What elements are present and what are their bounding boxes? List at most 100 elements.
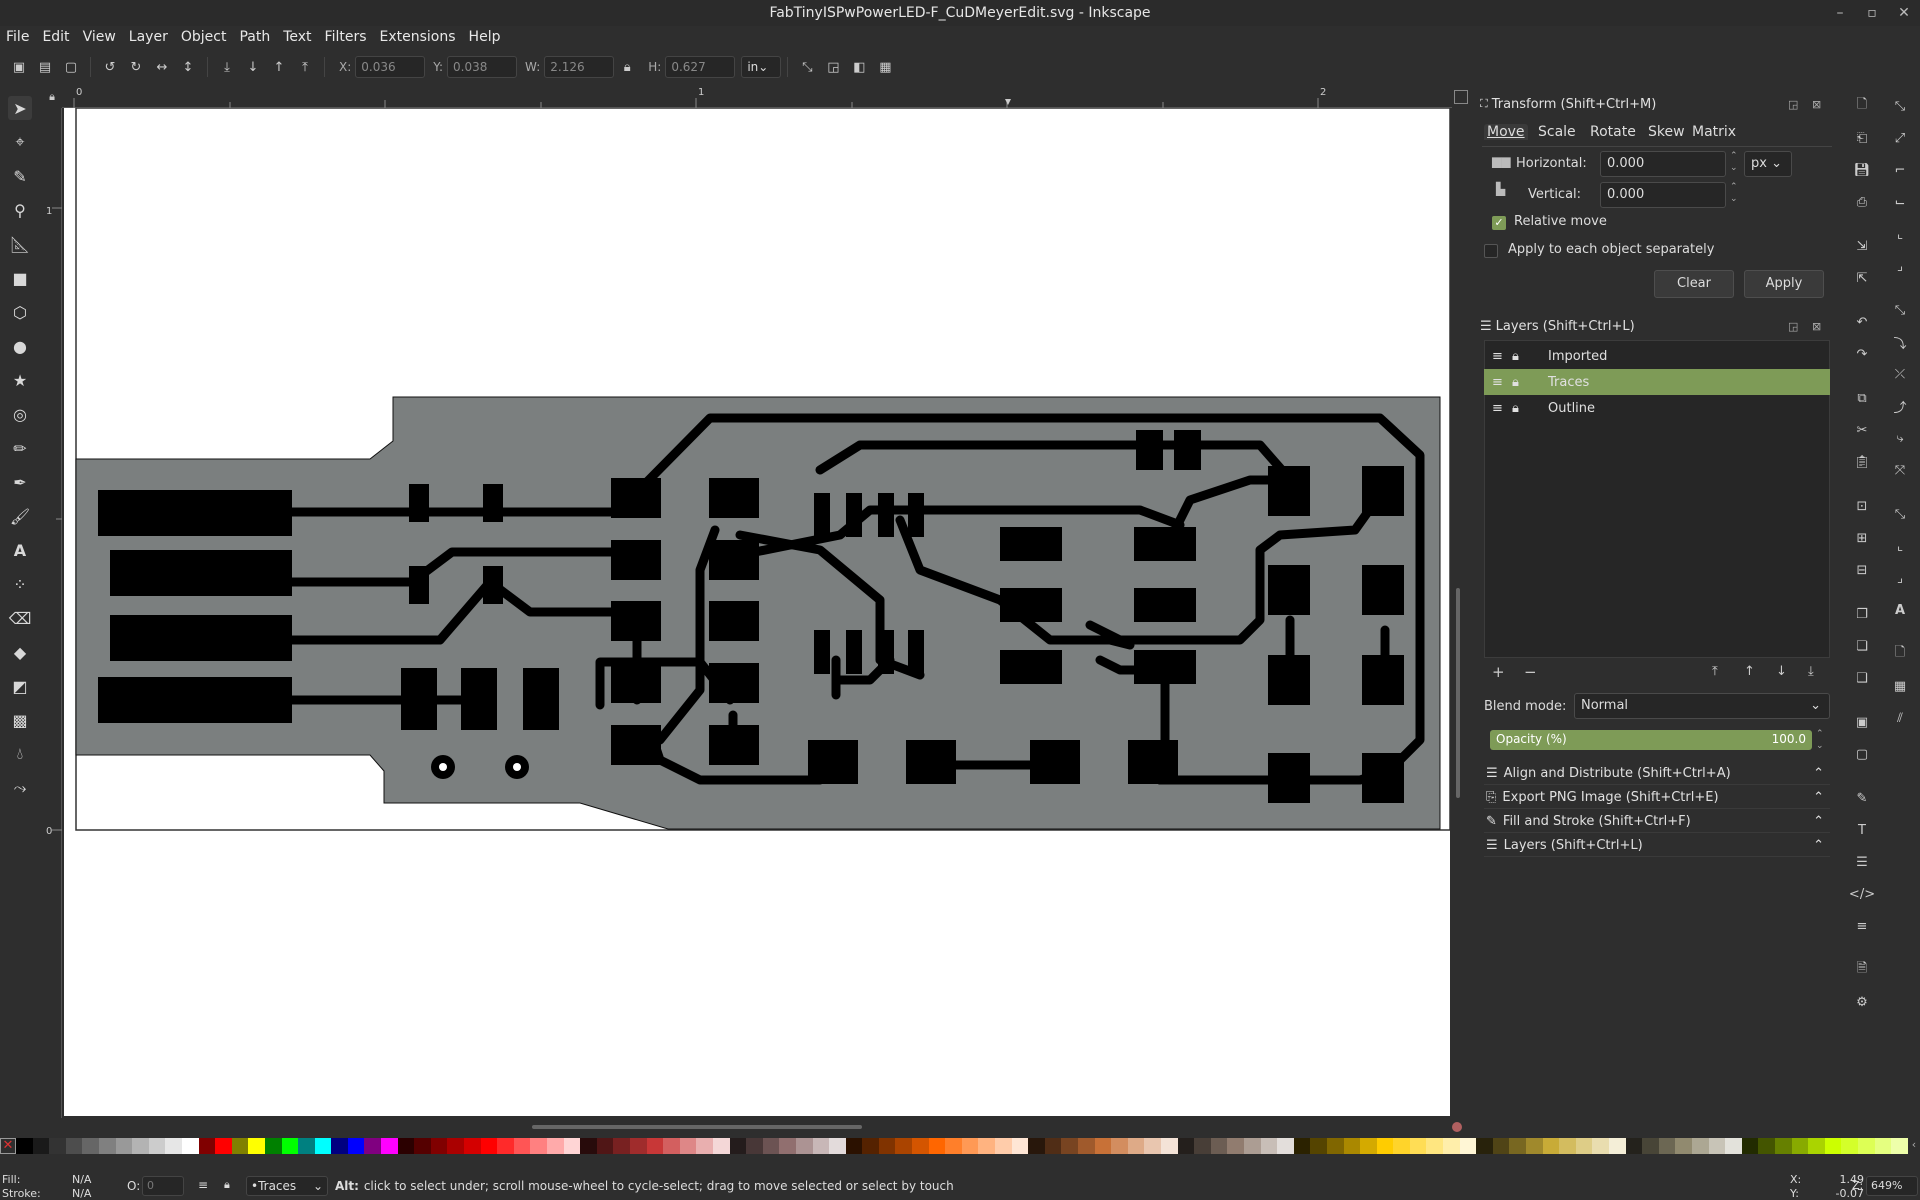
undo-icon[interactable]: ↶ xyxy=(1852,312,1872,332)
xml-editor-icon[interactable]: </> xyxy=(1849,884,1875,904)
snap-others-icon[interactable]: ⤡ xyxy=(1890,504,1910,524)
canvas[interactable] xyxy=(64,108,1450,1116)
snap-grids-icon[interactable]: ▦ xyxy=(1890,676,1910,696)
unlink-clone-icon[interactable]: ❑ xyxy=(1852,668,1872,688)
color-swatch[interactable] xyxy=(1011,1138,1029,1154)
menu-edit[interactable]: Edit xyxy=(42,29,69,45)
color-swatch[interactable] xyxy=(712,1138,730,1154)
new-document-icon[interactable]: 🗋︎ xyxy=(1852,96,1872,116)
layer-to-bottom-icon[interactable]: ⤓ xyxy=(1808,664,1814,679)
panel-close-icon[interactable]: ⊠ xyxy=(1812,320,1821,333)
align-icon[interactable]: ≡ xyxy=(1852,916,1872,936)
tab-skew[interactable]: Skew xyxy=(1648,124,1685,140)
color-swatch[interactable] xyxy=(1559,1138,1576,1154)
3d-box-tool-icon[interactable]: ⬡ xyxy=(8,300,32,324)
color-swatch[interactable] xyxy=(812,1138,830,1154)
spiral-tool-icon[interactable]: ◎ xyxy=(8,402,32,426)
y-field[interactable]: 0.038 xyxy=(447,56,518,78)
calligraphy-tool-icon[interactable]: 🖌︎ xyxy=(8,504,32,528)
snap-guides-icon[interactable]: ⫽ xyxy=(1890,708,1910,728)
scale-stroke-icon[interactable]: ⤡ xyxy=(794,54,820,80)
horizontal-scroll-thumb[interactable] xyxy=(532,1125,862,1129)
star-tool-icon[interactable]: ★ xyxy=(8,368,32,392)
zoom-page-icon[interactable]: ⊟ xyxy=(1852,560,1872,580)
palette-menu-icon[interactable]: ‹ xyxy=(1908,1138,1920,1156)
color-swatch[interactable] xyxy=(397,1138,415,1154)
clone-icon[interactable]: ❏ xyxy=(1852,636,1872,656)
snap-toggle-icon[interactable]: ⤡ xyxy=(1890,96,1910,116)
snap-bbox-edges-icon[interactable]: ⌐ xyxy=(1890,160,1910,180)
color-swatch[interactable] xyxy=(464,1138,481,1154)
snap-intersections-icon[interactable]: ⤫ xyxy=(1890,364,1910,384)
color-swatch[interactable] xyxy=(1891,1138,1908,1154)
color-manage-icon[interactable] xyxy=(1452,1122,1462,1132)
snap-midpoints-icon[interactable]: ⤧ xyxy=(1890,460,1910,480)
raise-icon[interactable]: ↑ xyxy=(266,54,292,80)
print-icon[interactable]: ⎙ xyxy=(1852,192,1872,212)
text-font-icon[interactable]: T xyxy=(1852,820,1872,840)
color-swatch[interactable] xyxy=(1841,1138,1858,1154)
minimize-icon[interactable]: – xyxy=(1826,0,1854,26)
color-swatch[interactable] xyxy=(1725,1138,1742,1154)
color-swatch[interactable] xyxy=(596,1138,614,1154)
color-swatch[interactable] xyxy=(928,1138,946,1154)
color-swatch[interactable] xyxy=(148,1138,166,1154)
color-swatch[interactable] xyxy=(1144,1138,1161,1154)
color-swatch[interactable] xyxy=(1857,1138,1875,1154)
color-swatch[interactable] xyxy=(1194,1138,1211,1154)
color-swatch[interactable] xyxy=(1542,1138,1560,1154)
vertical-input[interactable]: 0.000 xyxy=(1600,182,1726,208)
color-swatch[interactable] xyxy=(1575,1138,1593,1154)
color-swatch[interactable] xyxy=(513,1138,531,1154)
color-swatch[interactable] xyxy=(1044,1138,1062,1154)
panel-close-icon[interactable]: ⊠ xyxy=(1812,98,1821,111)
fill-stroke-icon[interactable]: ✎ xyxy=(1852,788,1872,808)
snap-nodes-icon[interactable]: ⤡ xyxy=(1890,300,1910,320)
color-swatch[interactable] xyxy=(1260,1138,1278,1154)
snap-rotation-center-icon[interactable]: ⌟ xyxy=(1890,568,1910,588)
rotate-cw-icon[interactable]: ↻ xyxy=(123,54,149,80)
group-icon[interactable]: ▣ xyxy=(1852,712,1872,732)
export-icon[interactable]: ⇱ xyxy=(1852,268,1872,288)
relative-move-checkbox[interactable]: ✓ xyxy=(1492,216,1506,230)
color-swatch[interactable] xyxy=(1094,1138,1112,1154)
apply-button[interactable]: Apply xyxy=(1744,270,1824,298)
snap-bbox-midpoints-icon[interactable]: ⌞ xyxy=(1890,224,1910,244)
lock-ratio-icon[interactable]: 🔒︎ xyxy=(614,54,640,80)
move-gradients-icon[interactable]: ◧ xyxy=(846,54,872,80)
menu-filters[interactable]: Filters xyxy=(325,29,367,45)
add-layer-icon[interactable]: + xyxy=(1492,663,1505,681)
paint-bucket-tool-icon[interactable]: ◆ xyxy=(8,640,32,664)
color-swatch[interactable] xyxy=(16,1138,33,1154)
align-distribute-panel[interactable]: ☰ Align and Distribute (Shift+Ctrl+A) ⌃ xyxy=(1484,763,1830,785)
color-swatch[interactable] xyxy=(447,1138,465,1154)
zoom-corner-icon[interactable] xyxy=(1454,90,1468,104)
color-swatch[interactable] xyxy=(1625,1138,1643,1154)
color-swatch[interactable] xyxy=(1210,1138,1228,1154)
layers-collapsed-panel[interactable]: ☰ Layers (Shift+Ctrl+L) ⌃ xyxy=(1484,835,1830,857)
cut-icon[interactable]: ✂ xyxy=(1852,420,1872,440)
color-swatch[interactable] xyxy=(430,1138,448,1154)
tab-matrix[interactable]: Matrix xyxy=(1692,124,1736,140)
color-swatch[interactable] xyxy=(231,1138,249,1154)
color-swatch[interactable] xyxy=(878,1138,896,1154)
snap-bbox-centers-icon[interactable]: ⌟ xyxy=(1890,256,1910,276)
tab-move[interactable]: Move xyxy=(1484,124,1528,140)
unit-dropdown[interactable]: px ⌄ xyxy=(1744,151,1792,177)
redo-icon[interactable]: ↷ xyxy=(1852,344,1872,364)
export-png-panel[interactable]: ⎘ Export PNG Image (Shift+Ctrl+E) ⌃ xyxy=(1484,787,1830,809)
gradient-tool-icon[interactable]: ◩ xyxy=(8,674,32,698)
color-swatch[interactable] xyxy=(215,1138,232,1154)
layer-down-icon[interactable]: ↓ xyxy=(1776,664,1787,679)
color-swatch[interactable] xyxy=(331,1138,348,1154)
apply-each-checkbox[interactable] xyxy=(1484,244,1498,258)
menu-file[interactable]: File xyxy=(6,29,29,45)
color-swatch[interactable] xyxy=(795,1138,813,1154)
layer-lock-icon[interactable]: 🔒︎ xyxy=(224,1178,230,1192)
color-swatch[interactable] xyxy=(1492,1138,1510,1154)
snap-page-icon[interactable]: 🗋︎ xyxy=(1890,644,1910,664)
snap-centers-icon[interactable]: ⌞ xyxy=(1890,536,1910,556)
visibility-icon[interactable]: ≡ xyxy=(1492,349,1512,364)
clear-button[interactable]: Clear xyxy=(1654,270,1734,298)
menu-view[interactable]: View xyxy=(83,29,116,45)
